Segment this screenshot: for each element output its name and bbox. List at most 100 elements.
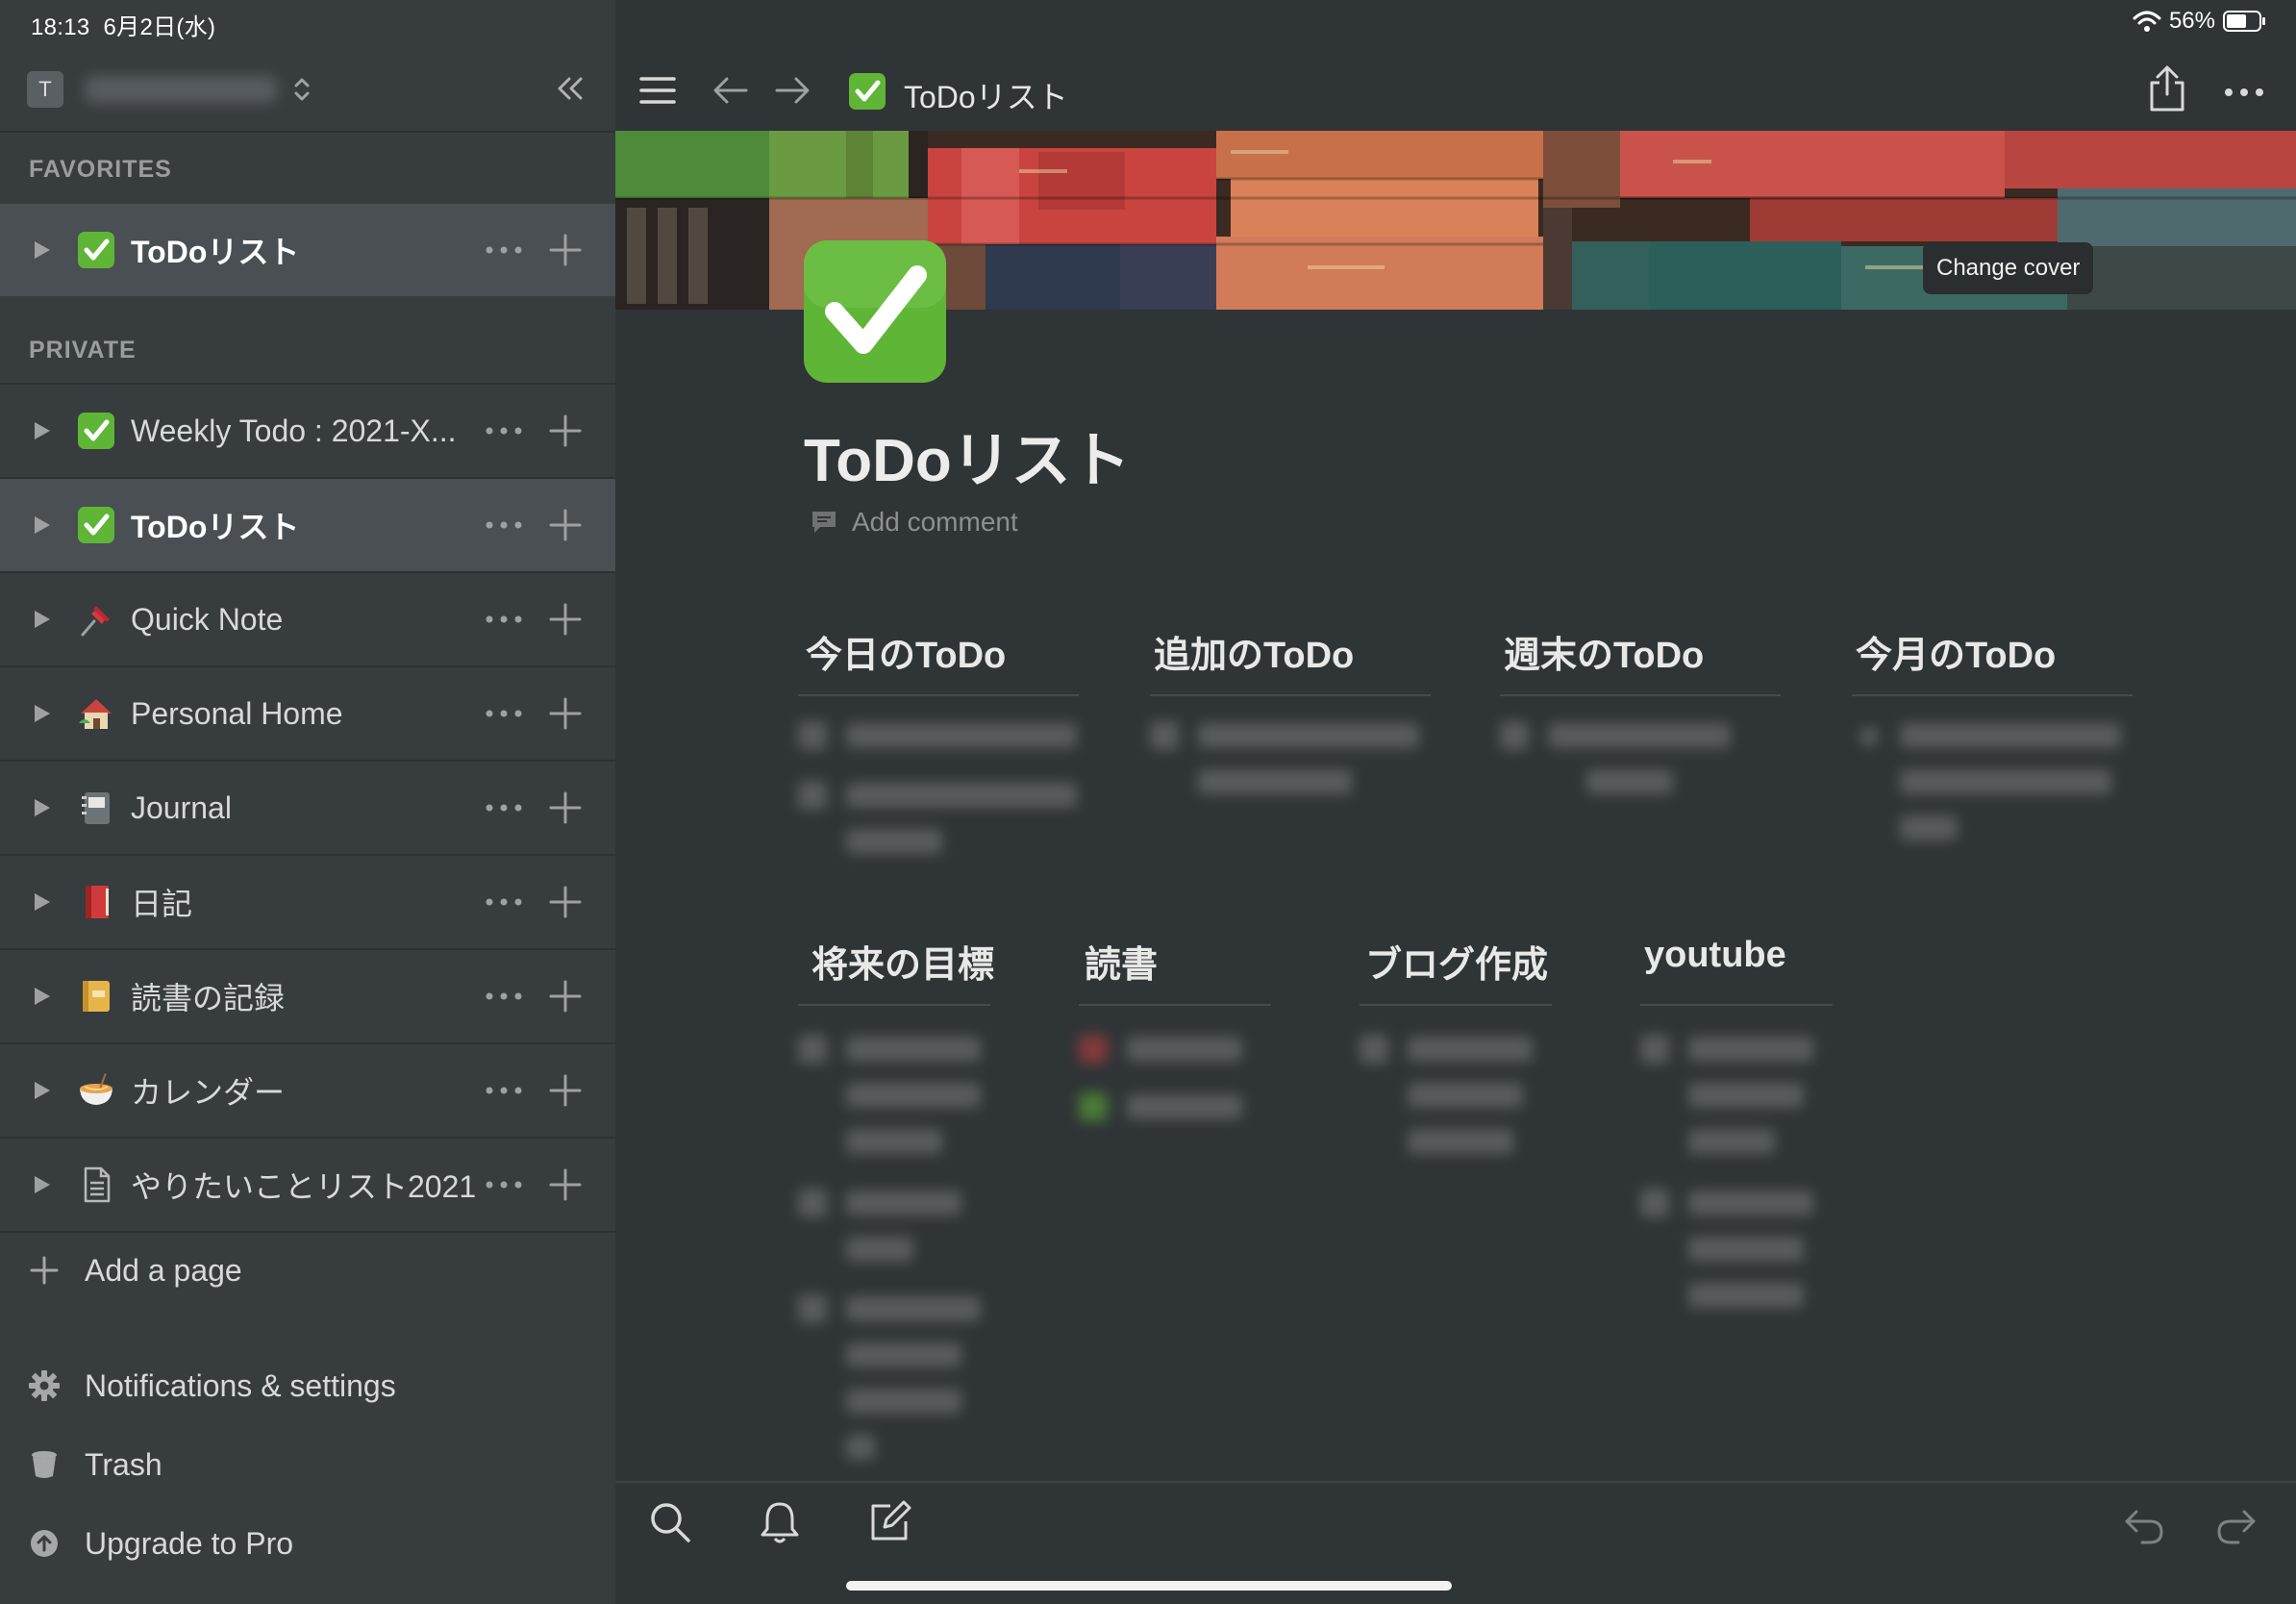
workspace-switcher[interactable]: T — [27, 65, 312, 113]
status-time-date: 18:13 6月2日(水) — [31, 14, 216, 40]
back-arrow-icon[interactable] — [711, 71, 750, 110]
add-subpage-icon[interactable] — [548, 979, 583, 1014]
divider — [1640, 1004, 1833, 1006]
more-icon[interactable] — [2223, 87, 2265, 98]
main-content: 56% ToDoリスト Change cover ToDoリスト Add com… — [615, 0, 2296, 1604]
sidebar-item-label: 日記 — [131, 887, 193, 921]
expand-toggle-icon[interactable] — [35, 241, 50, 259]
expand-toggle-icon[interactable] — [35, 1176, 50, 1193]
divider — [1500, 694, 1781, 696]
house-icon — [77, 694, 115, 733]
column-header-youtube[interactable]: youtube — [1644, 935, 1786, 976]
upgrade-label: Upgrade to Pro — [85, 1525, 294, 1561]
column-header-additional[interactable]: 追加のToDo — [1154, 625, 1354, 678]
add-subpage-icon[interactable] — [548, 508, 583, 542]
upgrade-button[interactable]: Upgrade to Pro — [27, 1519, 293, 1567]
home-indicator[interactable] — [846, 1581, 1452, 1591]
check-mark-icon — [77, 231, 115, 269]
sidebar-item-label: やりたいことリスト2021 — [131, 1169, 477, 1204]
more-icon[interactable] — [485, 804, 523, 812]
more-icon[interactable] — [485, 898, 523, 906]
sidebar-item-quick-note[interactable]: Quick Note — [0, 573, 615, 665]
bottom-toolbar — [615, 1481, 2296, 1604]
expand-toggle-icon[interactable] — [35, 893, 50, 911]
more-icon[interactable] — [485, 427, 523, 435]
expand-toggle-icon[interactable] — [35, 516, 50, 534]
column-header-blog[interactable]: ブログ作成 — [1365, 935, 1548, 988]
page-check-mark-icon[interactable] — [800, 237, 950, 387]
column-header-future-goals[interactable]: 将来の目標 — [811, 935, 994, 988]
sidebar-item-journal[interactable]: Journal — [0, 762, 615, 854]
new-page-icon[interactable] — [867, 1500, 911, 1544]
bell-icon[interactable] — [758, 1500, 802, 1546]
expand-toggle-icon[interactable] — [35, 799, 50, 816]
column-header-weekend[interactable]: 週末のToDo — [1504, 625, 1704, 678]
sidebar-item-weekly-todo[interactable]: Weekly Todo : 2021-X... — [0, 385, 615, 477]
menu-icon[interactable] — [638, 71, 677, 110]
more-icon[interactable] — [485, 1087, 523, 1094]
add-subpage-icon[interactable] — [548, 696, 583, 731]
search-icon[interactable] — [648, 1500, 692, 1544]
divider — [798, 694, 1079, 696]
more-icon[interactable] — [485, 992, 523, 1000]
wifi-icon — [2133, 11, 2161, 32]
blurred-todo-items — [798, 1019, 990, 1481]
red-book-icon — [77, 883, 115, 921]
expand-toggle-icon[interactable] — [35, 1082, 50, 1099]
check-mark-icon — [849, 73, 886, 110]
add-subpage-icon[interactable] — [548, 233, 583, 267]
blurred-todo-items — [1640, 1019, 1833, 1327]
workspace-name-blurred — [85, 76, 277, 103]
notifications-settings-button[interactable]: Notifications & settings — [27, 1362, 396, 1410]
sidebar-item-label: ToDoリスト — [131, 235, 300, 269]
sidebar-item-calendar[interactable]: カレンダー — [0, 1044, 615, 1137]
add-comment-button[interactable]: Add comment — [810, 500, 1018, 544]
battery-icon — [2223, 11, 2265, 32]
notifications-settings-label: Notifications & settings — [85, 1367, 396, 1403]
share-icon[interactable] — [2146, 63, 2188, 113]
sidebar-item-todo-list[interactable]: ToDoリスト — [0, 479, 615, 571]
sidebar-item-reading-log[interactable]: 読書の記録 — [0, 950, 615, 1042]
trash-label: Trash — [85, 1446, 162, 1482]
sidebar-item-diary[interactable]: 日記 — [0, 856, 615, 948]
breadcrumb-title[interactable]: ToDoリスト — [904, 73, 1068, 117]
add-subpage-icon[interactable] — [548, 1167, 583, 1202]
collapse-sidebar-icon[interactable] — [552, 71, 586, 106]
page-title[interactable]: ToDoリスト — [804, 412, 1131, 498]
add-subpage-icon[interactable] — [548, 1073, 583, 1108]
column-header-month[interactable]: 今月のToDo — [1856, 625, 2056, 678]
redo-icon[interactable] — [2215, 1508, 2258, 1546]
column-header-today[interactable]: 今日のToDo — [806, 625, 1006, 678]
divider — [1852, 694, 2133, 696]
change-cover-button[interactable]: Change cover — [1923, 242, 2094, 294]
expand-toggle-icon[interactable] — [35, 422, 50, 439]
sidebar-item-wishlist-2021[interactable]: やりたいことリスト2021 — [0, 1139, 615, 1231]
add-page-button[interactable]: Add a page — [27, 1246, 242, 1294]
forward-arrow-icon[interactable] — [773, 71, 811, 110]
sidebar-item-label: Weekly Todo : 2021-X... — [131, 413, 457, 448]
more-icon[interactable] — [485, 1181, 523, 1189]
column-header-reading[interactable]: 読書 — [1085, 935, 1158, 988]
notebook-icon — [77, 789, 115, 827]
sidebar-item-label: Journal — [131, 789, 232, 825]
expand-toggle-icon[interactable] — [35, 611, 50, 628]
more-icon[interactable] — [485, 521, 523, 529]
expand-toggle-icon[interactable] — [35, 705, 50, 722]
more-icon[interactable] — [485, 615, 523, 623]
sidebar-item-personal-home[interactable]: Personal Home — [0, 667, 615, 760]
plus-icon — [27, 1253, 62, 1288]
blurred-todo-items — [1852, 712, 2140, 865]
trash-icon — [27, 1447, 62, 1482]
add-page-label: Add a page — [85, 1252, 242, 1288]
add-subpage-icon[interactable] — [548, 790, 583, 825]
add-subpage-icon[interactable] — [548, 414, 583, 448]
blurred-reading-items — [1079, 1019, 1271, 1144]
more-icon[interactable] — [485, 710, 523, 717]
undo-icon[interactable] — [2123, 1508, 2165, 1546]
add-subpage-icon[interactable] — [548, 885, 583, 919]
more-icon[interactable] — [485, 246, 523, 254]
add-subpage-icon[interactable] — [548, 602, 583, 637]
trash-button[interactable]: Trash — [27, 1441, 162, 1489]
sidebar-item-favorite-todo[interactable]: ToDoリスト — [0, 204, 615, 296]
expand-toggle-icon[interactable] — [35, 988, 50, 1005]
